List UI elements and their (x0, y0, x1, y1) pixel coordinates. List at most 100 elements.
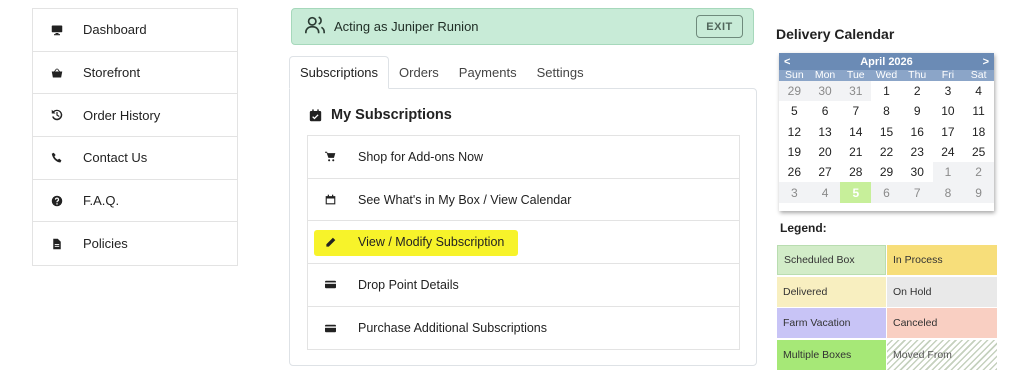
calendar-day[interactable]: 19 (779, 142, 810, 162)
legend-delivered: Delivered (777, 276, 886, 307)
calendar-day[interactable]: 10 (933, 101, 964, 121)
calendar-legend: Scheduled Box In Process Delivered On Ho… (777, 245, 997, 370)
calendar-day[interactable]: 16 (902, 122, 933, 142)
tab-orders[interactable]: Orders (389, 56, 449, 89)
calendar-day[interactable]: 8 (871, 101, 902, 121)
calendar-day[interactable]: 2 (963, 162, 994, 183)
calendar-day[interactable]: 2 (902, 81, 933, 101)
calendar-day[interactable]: 22 (871, 142, 902, 162)
question-icon (49, 193, 65, 209)
panel-title: My Subscriptions (309, 107, 452, 123)
calendar-day[interactable]: 31 (840, 81, 872, 102)
calendar-day[interactable]: 3 (779, 182, 810, 203)
calendar-day[interactable]: 30 (902, 162, 933, 182)
weekday-label: Sun (785, 70, 804, 81)
calendar-day[interactable]: 21 (840, 142, 871, 162)
subscription-actions-list: Shop for Add-ons Now See What's in My Bo… (307, 135, 740, 351)
card-icon (323, 321, 337, 335)
month-label: April 2026 (860, 55, 913, 68)
users-icon (304, 14, 326, 39)
calendar-header: < April 2026 > (779, 53, 994, 70)
sidebar-item-label: Policies (83, 236, 128, 252)
drop-point-details-link[interactable]: Drop Point Details (308, 264, 739, 307)
sidebar-item-contact-us[interactable]: Contact Us (33, 137, 237, 180)
sidebar-item-faq[interactable]: F.A.Q. (33, 180, 237, 223)
calendar-day[interactable]: 1 (871, 81, 902, 101)
phone-icon (49, 150, 65, 166)
calendar-icon (323, 193, 337, 207)
shop-add-ons-link[interactable]: Shop for Add-ons Now (308, 136, 739, 179)
tab-settings[interactable]: Settings (527, 56, 594, 89)
document-icon (49, 236, 65, 252)
subscriptions-panel: My Subscriptions Shop for Add-ons Now Se… (289, 88, 757, 366)
sidebar-item-dashboard[interactable]: Dashboard (33, 9, 237, 52)
monitor-icon (49, 22, 65, 38)
sidebar-item-policies[interactable]: Policies (33, 222, 237, 265)
calendar-day[interactable]: 27 (810, 162, 841, 182)
calendar-day[interactable]: 8 (932, 182, 964, 203)
calendar-day[interactable]: 12 (779, 122, 810, 142)
sidebar-item-label: Storefront (83, 65, 141, 81)
weekday-label: Fri (941, 70, 955, 81)
delivery-calendar-heading: Delivery Calendar (776, 26, 895, 42)
calendar-day[interactable]: 7 (901, 182, 933, 203)
sidebar-nav: Dashboard Storefront Order History Conta… (32, 8, 238, 267)
calendar-day[interactable]: 30 (809, 81, 841, 102)
calendar-day[interactable]: 18 (963, 122, 994, 142)
basket-icon (49, 65, 65, 81)
delivery-calendar: < April 2026 > Sun Mon Tue Wed Thu Fri Sat 29 3… (779, 53, 994, 211)
purchase-subscriptions-link[interactable]: Purchase Additional Subscriptions (308, 307, 739, 350)
history-icon (49, 107, 65, 123)
acting-as-banner: Acting as Juniper Runion EXIT (291, 8, 754, 45)
tab-subscriptions[interactable]: Subscriptions (289, 56, 390, 89)
exit-button[interactable]: EXIT (696, 15, 743, 38)
calendar-day[interactable]: 3 (933, 81, 964, 101)
calendar-day[interactable]: 7 (840, 101, 871, 121)
calendar-day[interactable]: 17 (933, 122, 964, 142)
tab-payments[interactable]: Payments (449, 56, 527, 89)
calendar-day[interactable]: 6 (871, 182, 902, 203)
calendar-day[interactable]: 11 (963, 101, 994, 121)
calendar-day-today[interactable]: 5 (840, 182, 872, 203)
calendar-day[interactable]: 4 (963, 81, 994, 101)
list-item-label: See What's in My Box / View Calendar (358, 192, 572, 207)
calendar-day[interactable]: 6 (810, 101, 841, 121)
pencil-icon (323, 235, 337, 249)
calendar-day[interactable]: 20 (810, 142, 841, 162)
sidebar-item-label: Dashboard (83, 22, 147, 38)
calendar-day[interactable]: 29 (779, 81, 810, 102)
weekday-label: Tue (846, 70, 865, 81)
calendar-day[interactable]: 4 (809, 182, 841, 203)
weekday-label: Thu (908, 70, 927, 81)
card-icon (323, 278, 337, 292)
legend-multiple-boxes: Multiple Boxes (777, 339, 886, 370)
weekday-label: Sat (970, 70, 987, 81)
list-item-label: Purchase Additional Subscriptions (358, 321, 548, 336)
calendar-day[interactable]: 1 (932, 162, 964, 183)
prev-month-button[interactable]: < (784, 56, 790, 68)
sidebar-item-label: Order History (83, 107, 161, 123)
calendar-day[interactable]: 26 (779, 162, 810, 182)
calendar-day[interactable]: 9 (963, 182, 994, 203)
calendar-day[interactable]: 29 (871, 162, 902, 182)
list-item-label: Drop Point Details (358, 277, 459, 292)
view-calendar-link[interactable]: See What's in My Box / View Calendar (308, 179, 739, 222)
next-month-button[interactable]: > (983, 56, 989, 68)
calendar-day[interactable]: 15 (871, 122, 902, 142)
acting-as-text: Acting as Juniper Runion (334, 19, 479, 34)
calendar-day[interactable]: 5 (779, 101, 810, 121)
calendar-days-grid: 29 30 31 1 2 3 4 5 6 7 8 9 10 11 12 13 14 15 16 17 18 19 20 21 2… (779, 81, 994, 203)
calendar-day[interactable]: 23 (902, 142, 933, 162)
cart-icon (323, 150, 337, 164)
sidebar-item-order-history[interactable]: Order History (33, 94, 237, 138)
modify-subscription-link[interactable]: View / Modify Subscription (308, 221, 739, 265)
calendar-day[interactable]: 28 (840, 162, 871, 182)
calendar-day[interactable]: 24 (933, 142, 964, 162)
calendar-day[interactable]: 9 (902, 101, 933, 121)
list-item-label: Shop for Add-ons Now (358, 149, 484, 164)
calendar-day[interactable]: 13 (810, 122, 841, 142)
calendar-day[interactable]: 14 (840, 122, 871, 142)
calendar-day[interactable]: 25 (963, 142, 994, 162)
legend-on-hold: On Hold (887, 276, 997, 307)
sidebar-item-storefront[interactable]: Storefront (33, 52, 237, 95)
